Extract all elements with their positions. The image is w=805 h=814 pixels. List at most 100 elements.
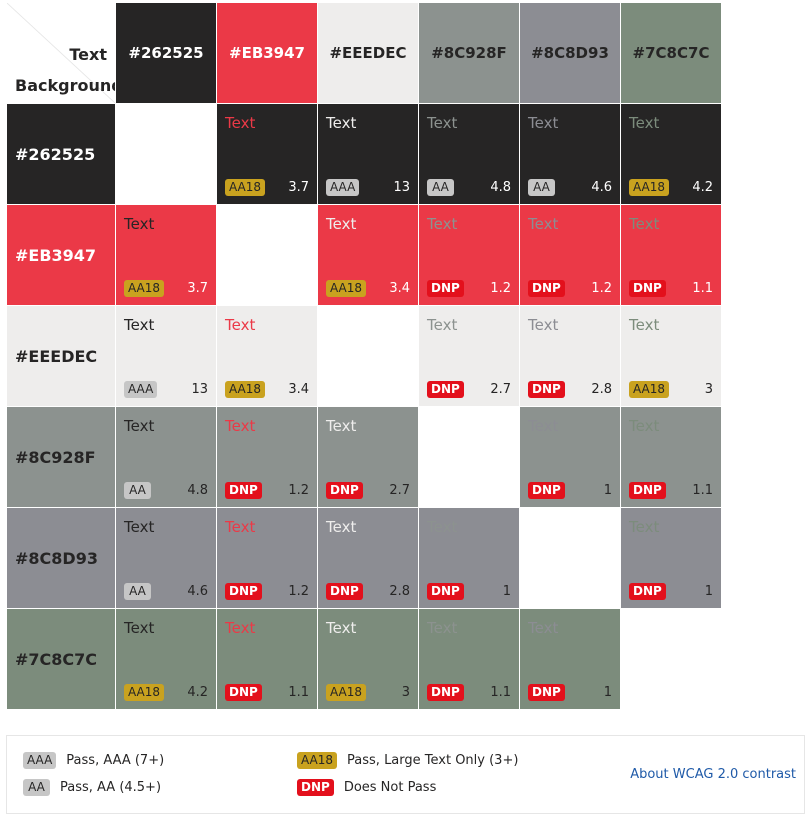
contrast-ratio: 2.8 [591,382,612,397]
rating-badge: AA [427,179,454,196]
row-header: #EEEDEC [7,306,115,406]
rating-badge: AA18 [326,280,367,297]
contrast-ratio: 3.7 [288,180,309,195]
row-header: #7C8C7C [7,609,115,709]
rating-badge: DNP [427,583,464,600]
contrast-ratio: 4.8 [187,483,208,498]
contrast-cell: Text DNP 1.2 [217,508,317,608]
contrast-cell: Text DNP 2.8 [318,508,418,608]
contrast-cell: Text DNP 1.2 [520,205,620,305]
contrast-ratio: 1.1 [490,685,511,700]
background-axis-label: Background [15,76,115,95]
rating-badge: DNP [528,482,565,499]
rating-badge: DNP [427,684,464,701]
empty-diagonal-cell [116,104,216,204]
sample-text: Text [427,316,458,334]
contrast-ratio: 1 [704,584,713,599]
sample-text: Text [629,215,660,233]
contrast-ratio: 13 [191,382,208,397]
contrast-cell: Text DNP 2.8 [520,306,620,406]
sample-text: Text [427,114,458,132]
contrast-ratio: 1.1 [692,483,713,498]
rating-badge: DNP [326,583,363,600]
sample-text: Text [629,114,660,132]
rating-badge: DNP [427,381,464,398]
sample-text: Text [528,417,559,435]
column-header: #7C8C7C [621,3,721,103]
sample-text: Text [326,114,357,132]
contrast-cell: Text AA 4.6 [520,104,620,204]
empty-diagonal-cell [621,609,721,709]
rating-badge: AA18 [629,179,670,196]
contrast-ratio: 1.2 [490,281,511,296]
sample-text: Text [326,619,357,637]
legend: AAA Pass, AAA (7+) AA Pass, AA (4.5+) AA… [6,735,805,814]
rating-badge: AAA [326,179,360,196]
sample-text: Text [326,417,357,435]
contrast-cell: Text AA 4.8 [116,407,216,507]
contrast-ratio: 1 [502,584,511,599]
legend-label: Does Not Pass [343,780,437,795]
empty-diagonal-cell [318,306,418,406]
column-header: #8C8D93 [520,3,620,103]
row-header: #8C8D93 [7,508,115,608]
sample-text: Text [528,619,559,637]
contrast-cell: Text DNP 1.1 [621,407,721,507]
corner-cell: Text Background [7,3,115,103]
column-header: #262525 [116,3,216,103]
contrast-cell: Text AA 4.6 [116,508,216,608]
sample-text: Text [427,518,458,536]
column-header: #EEEDEC [318,3,418,103]
matrix-row: #EB3947 Text AA18 3.7 Text AA18 3.4 Text DNP 1.2 T… [7,205,721,305]
contrast-ratio: 1.2 [591,281,612,296]
rating-badge: AA [528,179,555,196]
row-header: #EB3947 [7,205,115,305]
sample-text: Text [225,316,256,334]
contrast-cell: Text AA18 3.7 [217,104,317,204]
contrast-matrix: Text Background #262525 #EB3947 #EEEDEC #8C92… [6,2,722,710]
legend-item-aaa: AAA Pass, AAA (7+) [23,752,164,769]
matrix-row: #262525 Text AA18 3.7 Text AAA 13 Text AA 4.8 Text… [7,104,721,204]
about-wcag-link[interactable]: About WCAG 2.0 contrast [630,767,796,782]
contrast-ratio: 3.4 [389,281,410,296]
column-header: #8C928F [419,3,519,103]
contrast-cell: Text DNP 1 [520,407,620,507]
contrast-cell: Text DNP 2.7 [318,407,418,507]
rating-badge: DNP [629,583,666,600]
empty-diagonal-cell [419,407,519,507]
contrast-cell: Text AAA 13 [116,306,216,406]
aa18-badge: AA18 [297,752,338,769]
rating-badge: DNP [225,684,262,701]
sample-text: Text [528,215,559,233]
sample-text: Text [124,316,155,334]
contrast-ratio: 3 [401,685,410,700]
contrast-ratio: 3.7 [187,281,208,296]
rating-badge: AA18 [225,179,266,196]
rating-badge: AA18 [326,684,367,701]
rating-badge: AA18 [124,280,165,297]
contrast-cell: Text AA18 3.4 [318,205,418,305]
contrast-ratio: 4.6 [187,584,208,599]
contrast-cell: Text AA18 3 [621,306,721,406]
legend-item-aa18: AA18 Pass, Large Text Only (3+) [297,752,518,769]
rating-badge: DNP [225,583,262,600]
matrix-row: #8C8D93 Text AA 4.6 Text DNP 1.2 Text DNP 2.8 Text… [7,508,721,608]
contrast-cell: Text DNP 1.2 [217,407,317,507]
legend-item-aa: AA Pass, AA (4.5+) [23,779,161,796]
contrast-ratio: 4.2 [187,685,208,700]
contrast-cell: Text AAA 13 [318,104,418,204]
contrast-ratio: 2.8 [389,584,410,599]
sample-text: Text [225,417,256,435]
rating-badge: DNP [528,381,565,398]
aaa-badge: AAA [23,752,57,769]
legend-label: Pass, AA (4.5+) [60,780,162,795]
sample-text: Text [124,518,155,536]
rating-badge: AA [124,583,151,600]
rating-badge: AA [124,482,151,499]
header-row: Text Background #262525 #EB3947 #EEEDEC #8C92… [7,3,721,103]
matrix-row: #8C928F Text AA 4.8 Text DNP 1.2 Text DNP 2.7 Text… [7,407,721,507]
sample-text: Text [124,619,155,637]
legend-item-dnp: DNP Does Not Pass [297,779,436,796]
sample-text: Text [629,518,660,536]
rating-badge: AAA [124,381,158,398]
